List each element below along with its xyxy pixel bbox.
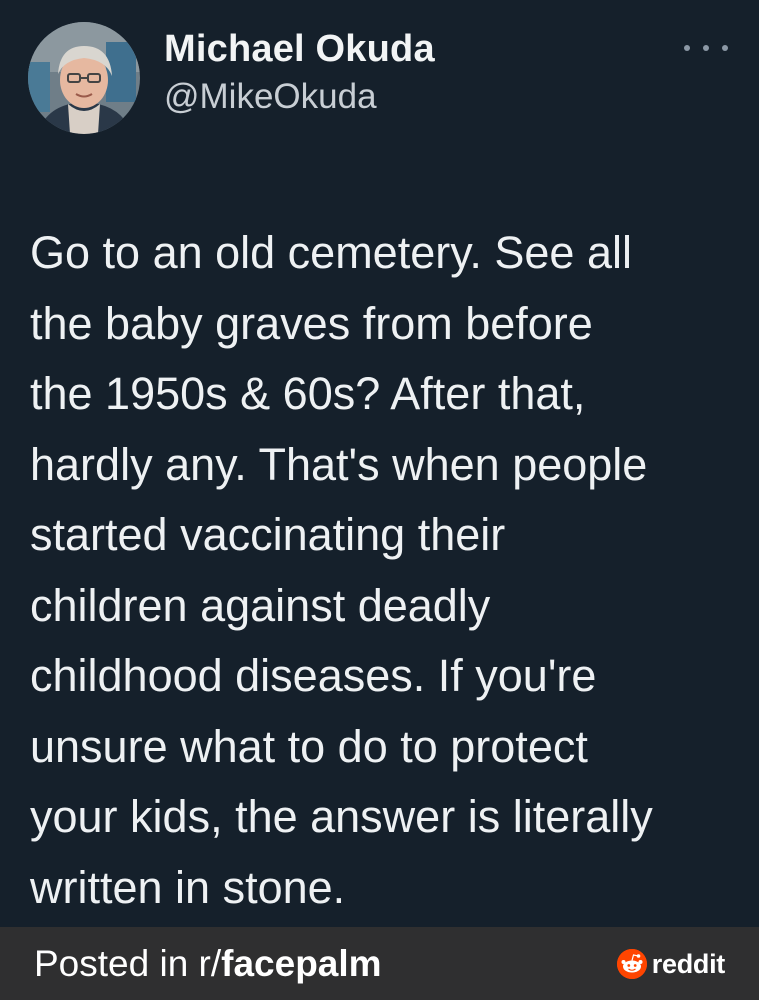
tweet-text: Go to an old cemetery. See all the baby … bbox=[30, 227, 653, 913]
ellipsis-icon[interactable] bbox=[684, 40, 728, 56]
dot bbox=[684, 45, 690, 51]
tweet-card: Michael Okuda @MikeOkuda Go to an old ce… bbox=[0, 0, 759, 927]
reddit-snoo-icon bbox=[616, 949, 647, 979]
author-names: Michael Okuda @MikeOkuda bbox=[164, 26, 435, 120]
tweet-header: Michael Okuda @MikeOkuda bbox=[28, 20, 728, 140]
reddit-wordmark: reddit bbox=[651, 948, 726, 979]
avatar[interactable] bbox=[28, 22, 140, 134]
display-name[interactable]: Michael Okuda bbox=[164, 26, 435, 72]
reddit-footer-bar: Posted in r/facepalm reddit bbox=[0, 927, 759, 1000]
subreddit-name[interactable]: facepalm bbox=[221, 943, 381, 984]
posted-prefix: Posted in r/ bbox=[34, 942, 222, 984]
posted-in-label: Posted in r/facepalm bbox=[34, 943, 382, 985]
user-handle[interactable]: @MikeOkuda bbox=[164, 74, 435, 120]
dot bbox=[703, 45, 709, 51]
reddit-logo[interactable]: reddit bbox=[616, 948, 726, 980]
dot bbox=[722, 45, 728, 51]
